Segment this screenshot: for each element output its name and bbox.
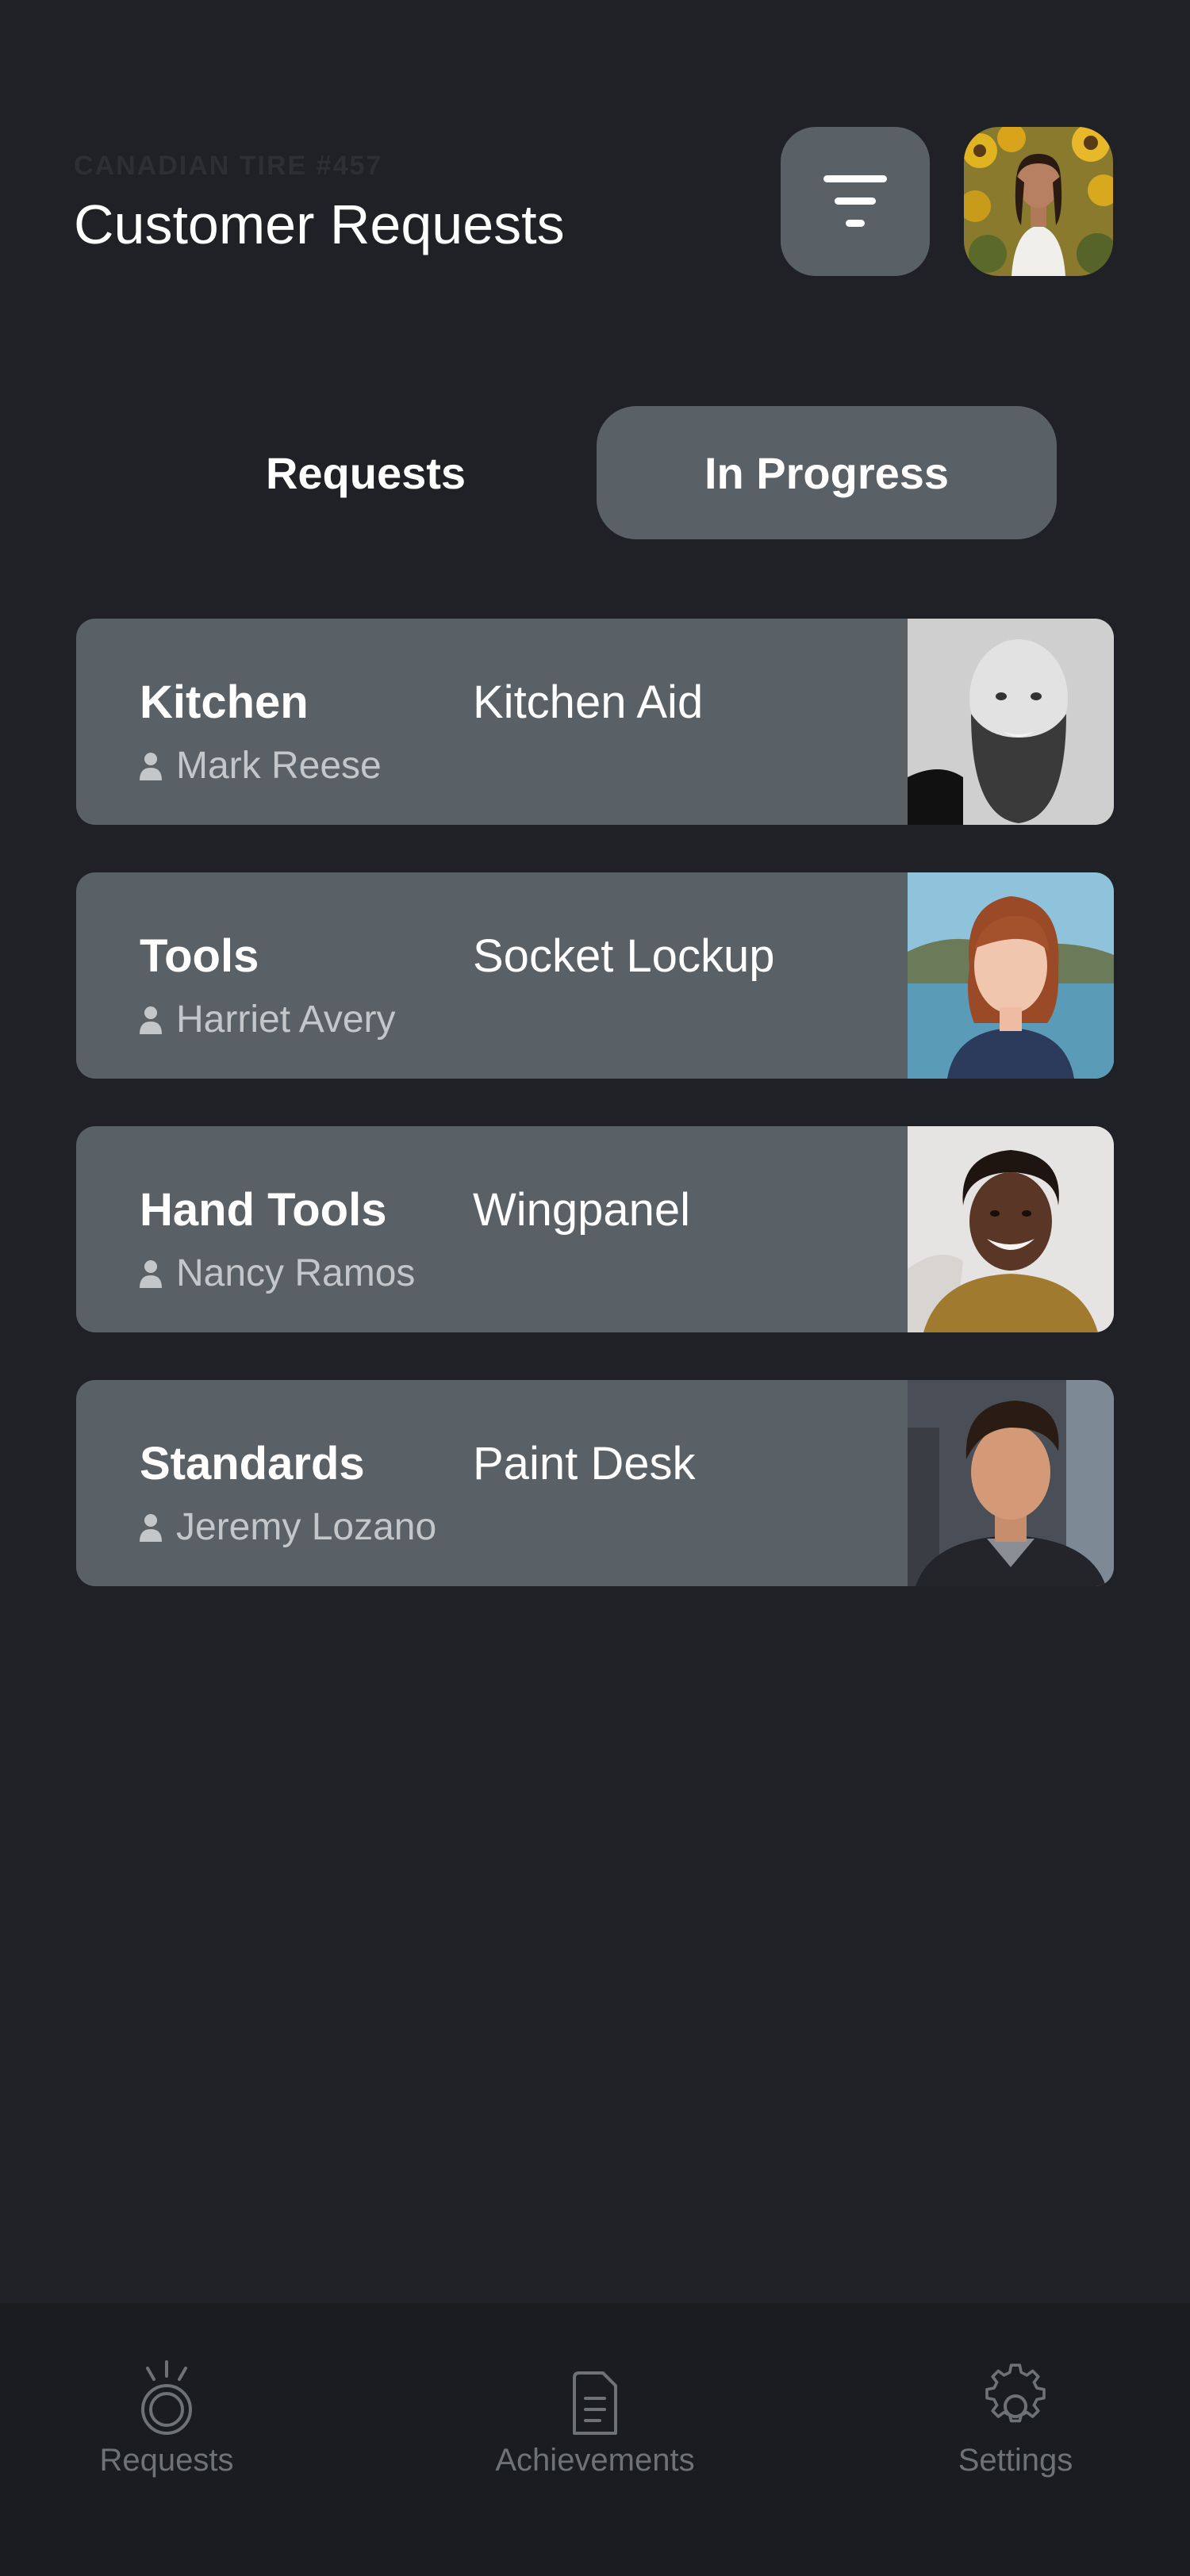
nav-label: Achievements <box>495 2443 695 2478</box>
customer-row: Jeremy Lozano <box>140 1505 436 1549</box>
store-label: CANADIAN TIRE #457 <box>74 151 383 181</box>
avatar-image <box>964 127 1113 276</box>
document-icon <box>573 2371 617 2435</box>
person-icon <box>140 752 162 780</box>
customer-row: Nancy Ramos <box>140 1252 415 1295</box>
item-label: Wingpanel <box>473 1184 691 1236</box>
customer-photo <box>908 872 1114 1079</box>
request-card[interactable]: Kitchen Kitchen Aid Mark Reese <box>76 619 1114 825</box>
tab-requests[interactable]: Requests <box>187 406 544 539</box>
request-card[interactable]: Standards Paint Desk Jeremy Lozano <box>76 1380 1114 1586</box>
person-icon <box>140 1513 162 1542</box>
customer-row: Harriet Avery <box>140 998 396 1041</box>
customer-name: Nancy Ramos <box>176 1252 416 1294</box>
gear-icon <box>985 2363 1046 2423</box>
item-label: Socket Lockup <box>473 930 775 982</box>
request-card[interactable]: Tools Socket Lockup Harriet Avery <box>76 872 1114 1079</box>
customer-photo <box>908 1126 1114 1332</box>
nav-settings[interactable]: Settings <box>936 2360 1095 2478</box>
bottom-nav: Requests Achievements Settings <box>0 2303 1190 2576</box>
nav-label: Settings <box>958 2443 1073 2478</box>
filter-button[interactable] <box>781 127 930 276</box>
customer-name: Harriet Avery <box>176 999 396 1041</box>
customer-photo <box>908 1380 1114 1586</box>
customer-name: Mark Reese <box>176 745 382 787</box>
person-icon <box>140 1259 162 1288</box>
customer-row: Mark Reese <box>140 744 382 788</box>
tab-in-progress[interactable]: In Progress <box>597 406 1057 539</box>
customer-photo <box>908 619 1114 825</box>
customer-name: Jeremy Lozano <box>176 1506 437 1548</box>
tab-bar: Requests In Progress <box>187 406 1057 539</box>
person-icon <box>140 1006 162 1034</box>
filter-icon <box>823 175 887 227</box>
request-card[interactable]: Hand Tools Wingpanel Nancy Ramos <box>76 1126 1114 1332</box>
nav-requests[interactable]: Requests <box>95 2360 238 2478</box>
department-label: Tools <box>140 930 259 982</box>
request-list: Kitchen Kitchen Aid Mark Reese Tools Soc… <box>76 619 1114 1634</box>
header: CANADIAN TIRE #457 Customer Requests <box>74 151 565 256</box>
requests-icon <box>141 2360 192 2435</box>
department-label: Hand Tools <box>140 1184 387 1236</box>
nav-achievements[interactable]: Achievements <box>476 2360 714 2478</box>
nav-label: Requests <box>99 2443 234 2478</box>
item-label: Kitchen Aid <box>473 677 704 728</box>
department-label: Standards <box>140 1438 365 1489</box>
page-title: Customer Requests <box>74 194 565 255</box>
department-label: Kitchen <box>140 677 309 728</box>
item-label: Paint Desk <box>473 1438 696 1489</box>
profile-avatar[interactable] <box>964 127 1113 276</box>
